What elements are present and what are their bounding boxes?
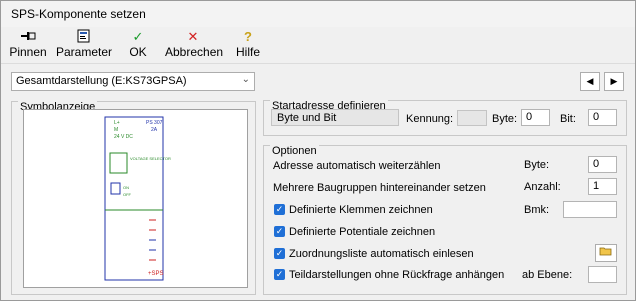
assignment-label: Zuordnungsliste automatisch einlesen xyxy=(289,248,474,260)
preview-header-1: PS 307 xyxy=(146,120,163,126)
check-icon: ✓ xyxy=(275,269,284,279)
check-icon: ✓ xyxy=(132,29,144,44)
parameter-label: Parameter xyxy=(56,45,113,59)
folder-open-icon xyxy=(599,247,612,256)
check-icon: ✓ xyxy=(275,226,284,236)
byte-input-value: 0 xyxy=(526,111,533,123)
ok-button[interactable]: ✓ OK xyxy=(125,29,151,61)
bit-label: Bit: xyxy=(560,113,576,125)
help-label: Hilfe xyxy=(235,45,260,59)
kennung-field xyxy=(457,110,487,126)
check-icon: ✓ xyxy=(275,248,284,258)
count-value: 1 xyxy=(593,180,600,192)
window-title: SPS-Komponente setzen xyxy=(11,7,146,21)
next-button[interactable]: ▶ xyxy=(604,72,624,91)
bit-input-value: 0 xyxy=(593,111,600,123)
options-byte-label: Byte: xyxy=(524,159,550,171)
preview-io-2: M xyxy=(114,127,118,133)
ok-label: OK xyxy=(129,45,147,59)
help-icon: ? xyxy=(244,29,252,44)
options-byte-value: 0 xyxy=(593,158,600,170)
level-label: ab Ebene: xyxy=(522,269,573,281)
preview-io-3: 24 V DC xyxy=(114,134,133,140)
toolbar-separator xyxy=(1,63,635,64)
multiple-label: Mehrere Baugruppen hintereinander setzen xyxy=(273,182,486,194)
byte-label: Byte: xyxy=(492,113,518,125)
preview-header-2: 2A xyxy=(151,127,158,133)
cancel-icon: ✕ xyxy=(187,29,199,44)
bmk-label: Bmk: xyxy=(524,204,550,216)
address-mode-field: Byte und Bit xyxy=(271,109,399,126)
partial-checkbox[interactable]: ✓ xyxy=(274,269,285,280)
partial-label: Teildarstellungen ohne Rückfrage anhänge… xyxy=(289,269,505,281)
triangle-right-icon: ▶ xyxy=(610,76,618,86)
preview-io-5: ON xyxy=(123,185,129,190)
preview-io-1: L+ xyxy=(114,120,120,126)
terminals-checkbox[interactable]: ✓ xyxy=(274,204,285,215)
byte-input[interactable]: 0 xyxy=(521,109,550,126)
parameter-button[interactable]: Parameter xyxy=(56,29,112,61)
view-select-value: Gesamtdarstellung (E:KS73GPSA) xyxy=(16,75,187,87)
terminals-label: Definierte Klemmen zeichnen xyxy=(289,204,433,216)
pin-button[interactable]: Pinnen xyxy=(9,29,47,61)
check-icon: ✓ xyxy=(275,204,284,214)
symbol-preview-drawing: PS 307 2A L+ M 24 V DC VOLTAGE SELECTOR … xyxy=(104,116,171,281)
pin-label: Pinnen xyxy=(9,45,47,59)
address-mode-value: Byte und Bit xyxy=(277,112,337,124)
count-input[interactable]: 1 xyxy=(588,178,617,195)
kennung-label: Kennung: xyxy=(406,113,454,125)
potentials-checkbox[interactable]: ✓ xyxy=(274,226,285,237)
parameter-icon xyxy=(56,29,112,45)
view-select[interactable]: Gesamtdarstellung (E:KS73GPSA) ⌄ xyxy=(11,72,255,91)
title-bar: SPS-Komponente setzen xyxy=(1,1,635,27)
toolbar: Pinnen Parameter ✓ OK ✕ Abbrechen ? Hilf… xyxy=(1,27,635,63)
options-byte-input[interactable]: 0 xyxy=(588,156,617,173)
cancel-button[interactable]: ✕ Abbrechen xyxy=(165,29,224,61)
count-label: Anzahl: xyxy=(524,181,561,193)
preview-bottom-label: +SPS xyxy=(148,271,164,277)
help-button[interactable]: ? Hilfe xyxy=(233,29,263,61)
potentials-label: Definierte Potentiale zeichnen xyxy=(289,226,436,238)
options-title: Optionen xyxy=(270,145,319,157)
assignment-checkbox[interactable]: ✓ xyxy=(274,248,285,259)
auto-count-label: Adresse automatisch weiterzählen xyxy=(273,160,441,172)
triangle-left-icon: ◀ xyxy=(586,76,594,86)
symbol-preview: PS 307 2A L+ M 24 V DC VOLTAGE SELECTOR … xyxy=(23,109,248,288)
preview-io-6: OFF xyxy=(123,192,132,197)
level-input[interactable] xyxy=(588,266,617,283)
cancel-label: Abbrechen xyxy=(165,45,224,59)
bit-input[interactable]: 0 xyxy=(588,109,617,126)
browse-folder-button[interactable] xyxy=(595,244,617,262)
previous-button[interactable]: ◀ xyxy=(580,72,600,91)
preview-io-4: VOLTAGE SELECTOR xyxy=(130,156,171,161)
bmk-input[interactable] xyxy=(563,201,617,218)
pin-icon xyxy=(9,29,47,45)
chevron-down-icon: ⌄ xyxy=(241,74,250,85)
